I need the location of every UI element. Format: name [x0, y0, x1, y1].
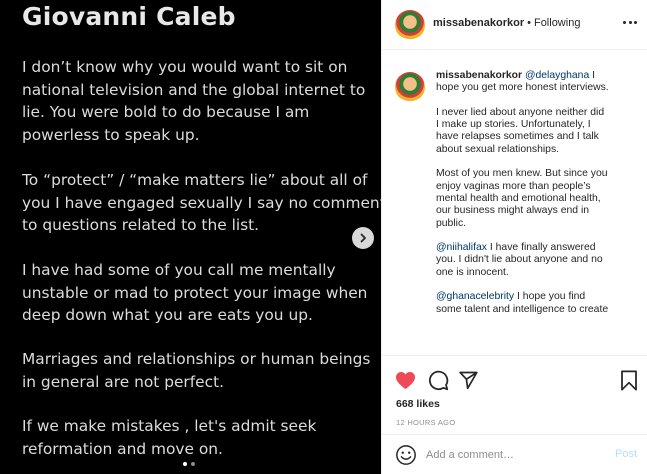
avatar[interactable] [395, 10, 425, 40]
more-dot [628, 20, 632, 24]
media-paragraph: I have had some of you call me mentally u… [22, 259, 367, 327]
caption-text: missabenakorkor @delayghana Ihope you ge… [436, 70, 636, 328]
caption-avatar[interactable] [395, 72, 425, 102]
mention-link[interactable]: @niihalifax [436, 242, 487, 253]
media-paragraph: If we make mistakes , let's admit seek re… [22, 415, 367, 460]
caption-segment: public. [436, 217, 467, 229]
post-button[interactable]: Post [615, 448, 637, 460]
caption-line: missabenakorkor @delayghana I [436, 70, 595, 81]
caption-segment: hope you get more honest interviews. [436, 82, 609, 94]
carousel-indicator [183, 462, 195, 466]
caption-line: @ghanacelebrity I hope you find [436, 291, 585, 302]
caption-paragraph: @niihalifax I have finally answered you. … [436, 242, 636, 279]
media-line: I have had some of you call me mentally [22, 261, 336, 279]
media-line: deep down what you are eats you up. [22, 306, 313, 324]
caption-segment: Most of you men knew. But since you [436, 168, 608, 180]
media-line: If we make mistakes , let's admit seek [22, 417, 317, 435]
caption-line: you. I didn't lie about anyone and no [436, 254, 603, 265]
more-options-button[interactable] [623, 19, 637, 25]
comments-section[interactable]: missabenakorkor @delayghana Ihope you ge… [382, 51, 647, 354]
caption-line: one is innocent. [436, 267, 509, 278]
emoji-button[interactable] [395, 444, 417, 466]
media-line: reformation and move on. [22, 439, 223, 458]
post-timestamp[interactable]: 12 HOURS AGO [396, 418, 455, 427]
paper-plane-icon [458, 371, 478, 390]
like-button[interactable] [394, 369, 416, 391]
heart-icon [395, 371, 415, 389]
caption-segment: about sexual relationships. [436, 143, 560, 155]
post-actions: 668 likes 12 HOURS AGO Post [382, 355, 647, 474]
caption-segment: have relapses sometimes and I talk [436, 131, 599, 143]
save-button[interactable] [618, 369, 640, 391]
caption-line: enjoy vaginas more than people’s [436, 181, 591, 192]
header-username[interactable]: missabenakorkor [433, 17, 524, 29]
caption-segment: our business might always end in [436, 205, 590, 217]
media-line: unstable or mad to protect your image wh… [22, 283, 368, 302]
caption-line: Most of you men knew. But since you [436, 168, 608, 179]
caption-paragraph: I never lied about anyone neither did I m… [436, 107, 636, 156]
caption-segment: you. I didn't lie about anyone and no [436, 254, 603, 266]
media-line: in general are not perfect. [22, 372, 225, 391]
caption-segment: I never lied about anyone neither did [436, 106, 605, 118]
bookmark-icon [621, 369, 637, 391]
caption-paragraph: Most of you men knew. But since you enjoy… [436, 168, 636, 229]
caption-paragraph: @ghanacelebrity I hope you find some tale… [436, 291, 636, 316]
caption-segment: enjoy vaginas more than people’s [436, 180, 591, 192]
caption-line: some talent and intelligence to create [436, 304, 608, 315]
caption-username[interactable]: missabenakorkor [436, 70, 522, 81]
media-line: powerless to speak up. [22, 125, 200, 144]
next-slide-button[interactable] [352, 227, 374, 249]
caption-line: mental health and emotional health, [436, 193, 601, 204]
caption-line: public. [436, 218, 466, 229]
media-title: Giovanni Caleb [22, 2, 236, 31]
caption-paragraph: missabenakorkor @delayghana Ihope you ge… [436, 70, 636, 95]
mention-link[interactable]: @delayghana [525, 70, 589, 81]
more-dot [634, 20, 637, 24]
media-line: Marriages and relationships or human bei… [22, 350, 371, 368]
media-paragraph: Marriages and relationships or human bei… [22, 348, 371, 393]
carousel-dot [191, 462, 195, 466]
caption-line: hope you get more honest interviews. [436, 82, 609, 93]
caption-segment: I [589, 70, 596, 81]
header-separator: • [527, 17, 531, 29]
post-header: missabenakorkor • Following [382, 0, 647, 50]
caption-line: I never lied about anyone neither did [436, 107, 604, 118]
caption-line: have relapses sometimes and I talk [436, 131, 599, 142]
media-line: to questions related to the list. [22, 216, 260, 234]
comment-input[interactable] [426, 445, 596, 465]
comment-icon [428, 370, 448, 390]
caption-line: @niihalifax I have finally answered [436, 242, 596, 253]
mention-link[interactable]: @ghanacelebrity [436, 291, 514, 302]
media-paragraph: I don’t know why you would want to sit o… [22, 56, 367, 146]
caption-segment: I hope you find [514, 291, 586, 303]
caption-line: I make up stories. Unfortunately, I [436, 119, 591, 130]
caption-segment: mental health and emotional health, [436, 192, 601, 204]
caption-segment: one is innocent. [436, 266, 509, 278]
caption-line: our business might always end in [436, 205, 589, 216]
comment-button[interactable] [427, 369, 449, 391]
more-horizontal-icon [623, 20, 626, 24]
header-user-line: missabenakorkor • Following [433, 17, 580, 29]
add-comment-bar: Post [382, 434, 647, 474]
share-button[interactable] [457, 369, 479, 391]
post-sidebar: missabenakorkor • Following missabenakorko… [381, 0, 647, 474]
caption-segment: some talent and intelligence to create [436, 303, 609, 315]
likes-count[interactable]: 668 likes [396, 398, 440, 410]
carousel-dot [183, 462, 187, 466]
media-line: To “protect” / “make matters lie” about … [22, 171, 368, 189]
media-line: you I have engaged sexually I say no com… [22, 193, 381, 212]
chevron-right-icon [360, 233, 366, 243]
media-line: national television and the global inter… [22, 80, 366, 99]
smiley-icon [396, 445, 416, 465]
caption-segment: I make up stories. Unfortunately, I [436, 119, 591, 131]
post-media[interactable]: Giovanni Caleb I don’t know why you woul… [0, 0, 381, 474]
media-line: I don’t know why you would want to sit o… [22, 58, 348, 76]
media-paragraph: To “protect” / “make matters lie” about … [22, 169, 381, 237]
following-button[interactable]: Following [534, 17, 580, 29]
media-line: lie. You were bold to do because I am [22, 103, 310, 121]
caption-line: about sexual relationships. [436, 144, 559, 155]
caption-segment: I have finally answered [486, 242, 596, 254]
